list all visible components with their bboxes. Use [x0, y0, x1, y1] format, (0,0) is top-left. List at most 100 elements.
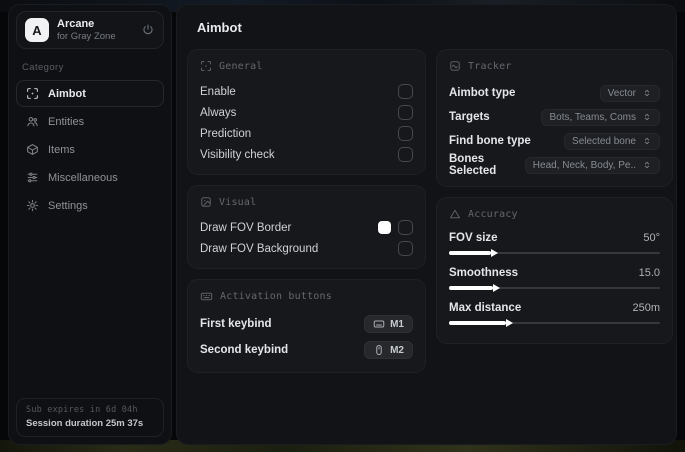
entities-icon — [26, 115, 39, 128]
slider-knob[interactable] — [493, 284, 501, 292]
targets-select[interactable]: Bots, Teams, Coms — [541, 108, 660, 126]
activity-icon — [449, 60, 461, 72]
mouse-icon — [373, 344, 385, 356]
section-title: General — [219, 60, 263, 72]
sidebar-item-miscellaneous[interactable]: Miscellaneous — [16, 164, 164, 191]
sidebar-nav: Aimbot Entities Items Miscellaneous Sett… — [16, 80, 164, 220]
activation-buttons-section: Activation buttons First keybind M1 Seco… — [187, 279, 426, 373]
setting-label: Aimbot type — [449, 87, 516, 99]
setting-label: Enable — [200, 85, 236, 98]
section-title: Tracker — [468, 60, 512, 72]
app-subtitle: for Gray Zone — [57, 31, 116, 42]
aimbot-type-select[interactable]: Vector — [599, 84, 660, 102]
setting-row: Visibility check — [200, 144, 413, 165]
draw-fov-border-checkbox[interactable] — [398, 220, 413, 235]
general-section: General Enable Always Prediction Visibil… — [187, 49, 426, 175]
chevrons-up-down-icon — [642, 160, 652, 170]
setting-label: Second keybind — [200, 344, 289, 356]
chevrons-up-down-icon — [642, 112, 652, 122]
fov-size-group: FOV size 50° — [449, 229, 660, 257]
find-bone-type-select[interactable]: Selected bone — [564, 132, 660, 150]
sub-expires-text: Sub expires in 6d 04h — [26, 405, 138, 415]
draw-fov-background-checkbox[interactable] — [398, 241, 413, 256]
keybind-value: M2 — [390, 344, 404, 356]
accuracy-section-header: Accuracy — [449, 207, 660, 221]
setting-label: Find bone type — [449, 135, 531, 147]
subscription-card: Sub expires in 6d 04h Session duration 2… — [16, 398, 164, 437]
sidebar-item-label: Aimbot — [48, 87, 86, 100]
keyboard-icon — [200, 290, 213, 303]
prediction-checkbox[interactable] — [398, 126, 413, 141]
brand-card: A Arcane for Gray Zone — [16, 11, 164, 49]
accuracy-section: Accuracy FOV size 50° Smoothness 15.0 Ma… — [436, 197, 673, 344]
sidebar-item-label: Miscellaneous — [48, 171, 118, 184]
setting-row: Always — [200, 102, 413, 123]
app-logo: A — [25, 18, 49, 42]
setting-label: Prediction — [200, 127, 252, 140]
keybind-value: M1 — [390, 318, 404, 330]
max-distance-group: Max distance 250m — [449, 299, 660, 327]
sidebar-item-aimbot[interactable]: Aimbot — [16, 80, 164, 107]
app-name: Arcane — [57, 18, 95, 30]
setting-label: Always — [200, 106, 237, 119]
main-content: Aimbot General Enable Always Prediction … — [176, 4, 677, 445]
setting-label: Targets — [449, 111, 490, 123]
section-title: Activation buttons — [220, 290, 332, 302]
smoothness-value: 15.0 — [638, 267, 660, 279]
setting-row: Aimbot type Vector — [449, 81, 660, 105]
triangle-icon — [449, 208, 461, 220]
bones-selected-select[interactable]: Head, Neck, Body, Pe.. — [524, 156, 660, 174]
select-value: Bots, Teams, Coms — [549, 111, 636, 123]
box-icon — [26, 143, 39, 156]
fov-size-value: 50° — [643, 232, 660, 244]
setting-row: Targets Bots, Teams, Coms — [449, 105, 660, 129]
crosshair-icon — [26, 87, 39, 100]
smoothness-group: Smoothness 15.0 — [449, 264, 660, 292]
sidebar-item-label: Settings — [48, 199, 88, 212]
gear-icon — [26, 199, 39, 212]
fov-size-slider[interactable] — [449, 249, 660, 257]
max-distance-slider[interactable] — [449, 319, 660, 327]
setting-label: Draw FOV Border — [200, 221, 292, 234]
sidebar-item-entities[interactable]: Entities — [16, 108, 164, 135]
visual-section-header: Visual — [200, 195, 413, 209]
section-title: Visual — [219, 196, 257, 208]
setting-row: Find bone type Selected bone — [449, 129, 660, 153]
enable-checkbox[interactable] — [398, 84, 413, 99]
setting-row: First keybind M1 — [200, 311, 413, 337]
slider-knob[interactable] — [491, 249, 499, 257]
power-icon[interactable] — [141, 23, 155, 37]
setting-label: Max distance — [449, 302, 522, 314]
tracker-section-header: Tracker — [449, 59, 660, 73]
setting-label: Visibility check — [200, 148, 275, 161]
activation-section-header: Activation buttons — [200, 289, 413, 303]
session-duration-text: Session duration 25m 37s — [26, 418, 144, 429]
select-value: Selected bone — [572, 135, 636, 147]
setting-label: Smoothness — [449, 267, 519, 279]
sidebar-item-label: Entities — [48, 115, 85, 128]
category-label: Category — [22, 62, 64, 73]
crosshair-icon — [200, 60, 212, 72]
image-icon — [200, 196, 212, 208]
first-keybind-button[interactable]: M1 — [364, 315, 413, 333]
slider-knob[interactable] — [505, 319, 513, 327]
sidebar-item-items[interactable]: Items — [16, 136, 164, 163]
slider-fill — [449, 249, 499, 257]
sliders-icon — [26, 171, 39, 184]
always-checkbox[interactable] — [398, 105, 413, 120]
chevrons-up-down-icon — [642, 88, 652, 98]
visual-section: Visual Draw FOV Border Draw FOV Backgrou… — [187, 185, 426, 269]
sidebar-item-settings[interactable]: Settings — [16, 192, 164, 219]
setting-label: Draw FOV Background — [200, 242, 319, 255]
max-distance-value: 250m — [632, 302, 660, 314]
visibility-check-checkbox[interactable] — [398, 147, 413, 162]
page-title: Aimbot — [197, 20, 242, 35]
slider-fill — [449, 284, 501, 292]
setting-row: Prediction — [200, 123, 413, 144]
setting-label: Bones Selected — [449, 153, 497, 177]
select-value: Head, Neck, Body, Pe.. — [532, 159, 636, 171]
smoothness-slider[interactable] — [449, 284, 660, 292]
sidebar: A Arcane for Gray Zone Category Aimbot E… — [8, 4, 172, 445]
fov-border-color-swatch[interactable] — [378, 221, 391, 234]
second-keybind-button[interactable]: M2 — [364, 341, 413, 359]
